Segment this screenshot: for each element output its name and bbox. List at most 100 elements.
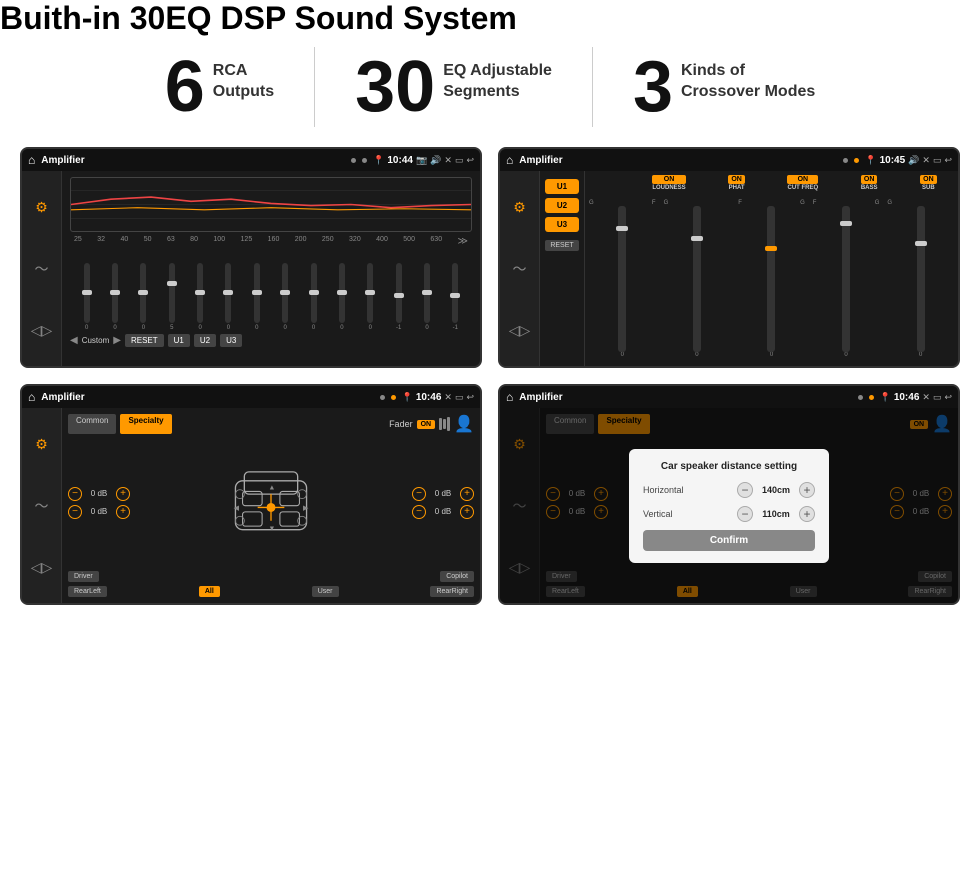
fader-left-top-db-row: − 0 dB + (68, 487, 130, 501)
eq-status-bar: ⌂ Amplifier 📍 10:44 📷 🔊 ✕ ▭ ↩ (22, 149, 480, 171)
eq-u2-btn[interactable]: U2 (194, 334, 216, 347)
crossover-screen: ⌂ Amplifier 📍 10:45 🔊 ✕ ▭ ↩ ⚙ 〜 ◁▷ U1 (498, 147, 960, 368)
fader-label: Fader (389, 419, 413, 429)
crossover-u1-btn[interactable]: U1 (545, 179, 579, 194)
fader-close-icon: ✕ (444, 392, 452, 403)
vertical-label: Vertical (643, 509, 673, 519)
crossover-dot-1 (843, 158, 848, 163)
fader-content: ⚙ 〜 ◁▷ Common Specialty Fader ON (22, 408, 480, 603)
svg-text:▶: ▶ (303, 504, 309, 512)
fader-right-db-controls: − 0 dB + − 0 dB + (412, 487, 474, 519)
eq-sidebar-speaker-icon[interactable]: ◁▷ (28, 319, 56, 342)
eq-slider-8: 0 (273, 263, 298, 331)
horizontal-label: Horizontal (643, 485, 684, 495)
fader-left-top-plus-btn[interactable]: + (116, 487, 130, 501)
fader-location-icon: 📍 (402, 392, 413, 403)
fader-sidebar-speaker-icon[interactable]: ◁▷ (28, 556, 56, 579)
crossover-sidebar-eq-icon[interactable]: ⚙ (510, 196, 529, 219)
fader-rearright-btn[interactable]: RearRight (430, 586, 474, 597)
vertical-minus-btn[interactable]: − (737, 506, 753, 522)
back-icon: ↩ (466, 155, 474, 166)
fader-on-badge[interactable]: ON (417, 420, 436, 429)
crossover-reset-btn[interactable]: RESET (545, 240, 579, 251)
fader-time: 10:46 (416, 392, 442, 403)
vertical-plus-btn[interactable]: + (799, 506, 815, 522)
crossover-sidebar-speaker-icon[interactable]: ◁▷ (506, 319, 534, 342)
phat-on-btn[interactable]: ON (728, 175, 745, 184)
crossover-sidebar: ⚙ 〜 ◁▷ (500, 171, 540, 366)
eq-expand-icon[interactable]: ≫ (458, 236, 468, 247)
fader-left-bottom-plus-btn[interactable]: + (116, 505, 130, 519)
stat-crossover-text: Kinds ofCrossover Modes (681, 51, 815, 103)
loudness-slider-col: GF 0 (589, 200, 656, 358)
crossover-u2-btn[interactable]: U2 (545, 198, 579, 213)
home-icon[interactable]: ⌂ (28, 153, 35, 167)
eq-screen-content: ⚙ 〜 ◁▷ (22, 171, 480, 366)
crossover-location-icon: 📍 (865, 155, 876, 166)
bass-on-btn[interactable]: ON (861, 175, 878, 184)
fader-home-icon[interactable]: ⌂ (28, 390, 35, 404)
fader-left-top-db-val: 0 dB (85, 489, 113, 498)
eq-slider-9: 0 (301, 263, 326, 331)
eq-slider-7: 0 (244, 263, 269, 331)
dialog-home-icon[interactable]: ⌂ (506, 390, 513, 404)
fader-tab-common[interactable]: Common (68, 414, 116, 434)
dialog-dot-2 (869, 395, 874, 400)
fader-left-top-minus-btn[interactable]: − (68, 487, 82, 501)
eq-sidebar-eq-icon[interactable]: ⚙ (32, 196, 51, 219)
fader-back-icon: ↩ (466, 392, 474, 403)
fader-main-area: Common Specialty Fader ON 👤 (62, 408, 480, 603)
fader-tab-specialty[interactable]: Specialty (120, 414, 171, 434)
crossover-home-icon[interactable]: ⌂ (506, 153, 513, 167)
loudness-on-btn[interactable]: ON (652, 175, 685, 184)
dialog-close-icon: ✕ (922, 392, 930, 403)
eq-prev-icon[interactable]: ◀ (70, 335, 78, 346)
vertical-control: − 110cm + (737, 506, 815, 522)
eq-slider-11: 0 (358, 263, 383, 331)
crossover-close-icon: ✕ (922, 155, 930, 166)
eq-u3-btn[interactable]: U3 (220, 334, 242, 347)
crossover-screen-title: Amplifier (519, 155, 837, 166)
fader-rearleft-btn[interactable]: RearLeft (68, 586, 107, 597)
fader-sidebar-wave-icon[interactable]: 〜 (32, 493, 52, 519)
dialog-status-icons: 📍 10:46 ✕ ▭ ↩ (880, 392, 952, 403)
crossover-sidebar-wave-icon[interactable]: 〜 (510, 256, 530, 282)
fader-right-top-minus-btn[interactable]: − (412, 487, 426, 501)
crossover-back-icon: ↩ (944, 155, 952, 166)
svg-text:▲: ▲ (268, 483, 275, 491)
eq-screen: ⌂ Amplifier 📍 10:44 📷 🔊 ✕ ▭ ↩ ⚙ 〜 ◁▷ (20, 147, 482, 368)
fader-left-bottom-db-row: − 0 dB + (68, 505, 130, 519)
confirm-button[interactable]: Confirm (643, 530, 815, 551)
crossover-u3-btn[interactable]: U3 (545, 217, 579, 232)
eq-sliders: 0 0 0 5 0 0 0 0 0 0 0 -1 0 -1 (70, 251, 472, 331)
fader-left-bottom-minus-btn[interactable]: − (68, 505, 82, 519)
sub-on-btn[interactable]: ON (920, 175, 937, 184)
dialog-title: Car speaker distance setting (643, 461, 815, 472)
fader-sidebar-eq-icon[interactable]: ⚙ (32, 433, 51, 456)
fader-right-top-plus-btn[interactable]: + (460, 487, 474, 501)
fader-right-bottom-plus-btn[interactable]: + (460, 505, 474, 519)
eq-screen-title: Amplifier (41, 155, 345, 166)
dialog-status-bar: ⌂ Amplifier 📍 10:46 ✕ ▭ ↩ (500, 386, 958, 408)
horizontal-plus-btn[interactable]: + (799, 482, 815, 498)
fader-user-btn[interactable]: User (312, 586, 339, 597)
svg-text:▼: ▼ (268, 524, 275, 532)
dialog-location-icon: 📍 (880, 392, 891, 403)
fader-right-bottom-minus-btn[interactable]: − (412, 505, 426, 519)
loudness-label: LOUDNESS (652, 185, 685, 191)
fader-nav-btns: Driver Copilot (68, 571, 474, 582)
eq-slider-6: 0 (216, 263, 241, 331)
fader-driver-btn[interactable]: Driver (68, 571, 99, 582)
horizontal-minus-btn[interactable]: − (737, 482, 753, 498)
eq-reset-btn[interactable]: RESET (125, 334, 164, 347)
fader-right-bottom-db-val: 0 dB (429, 507, 457, 516)
eq-u1-btn[interactable]: U1 (168, 334, 190, 347)
car-svg-area: ▲ ▼ ◀ ▶ (134, 463, 408, 543)
eq-slider-1: 0 (74, 263, 99, 331)
fader-all-btn[interactable]: All (199, 586, 220, 597)
cutfreq-on-btn[interactable]: ON (787, 175, 818, 184)
eq-next-icon[interactable]: ▶ (113, 335, 121, 346)
crossover-content: ⚙ 〜 ◁▷ U1 U2 U3 RESET ON (500, 171, 958, 366)
fader-copilot-btn[interactable]: Copilot (440, 571, 474, 582)
eq-sidebar-wave-icon[interactable]: 〜 (32, 256, 52, 282)
